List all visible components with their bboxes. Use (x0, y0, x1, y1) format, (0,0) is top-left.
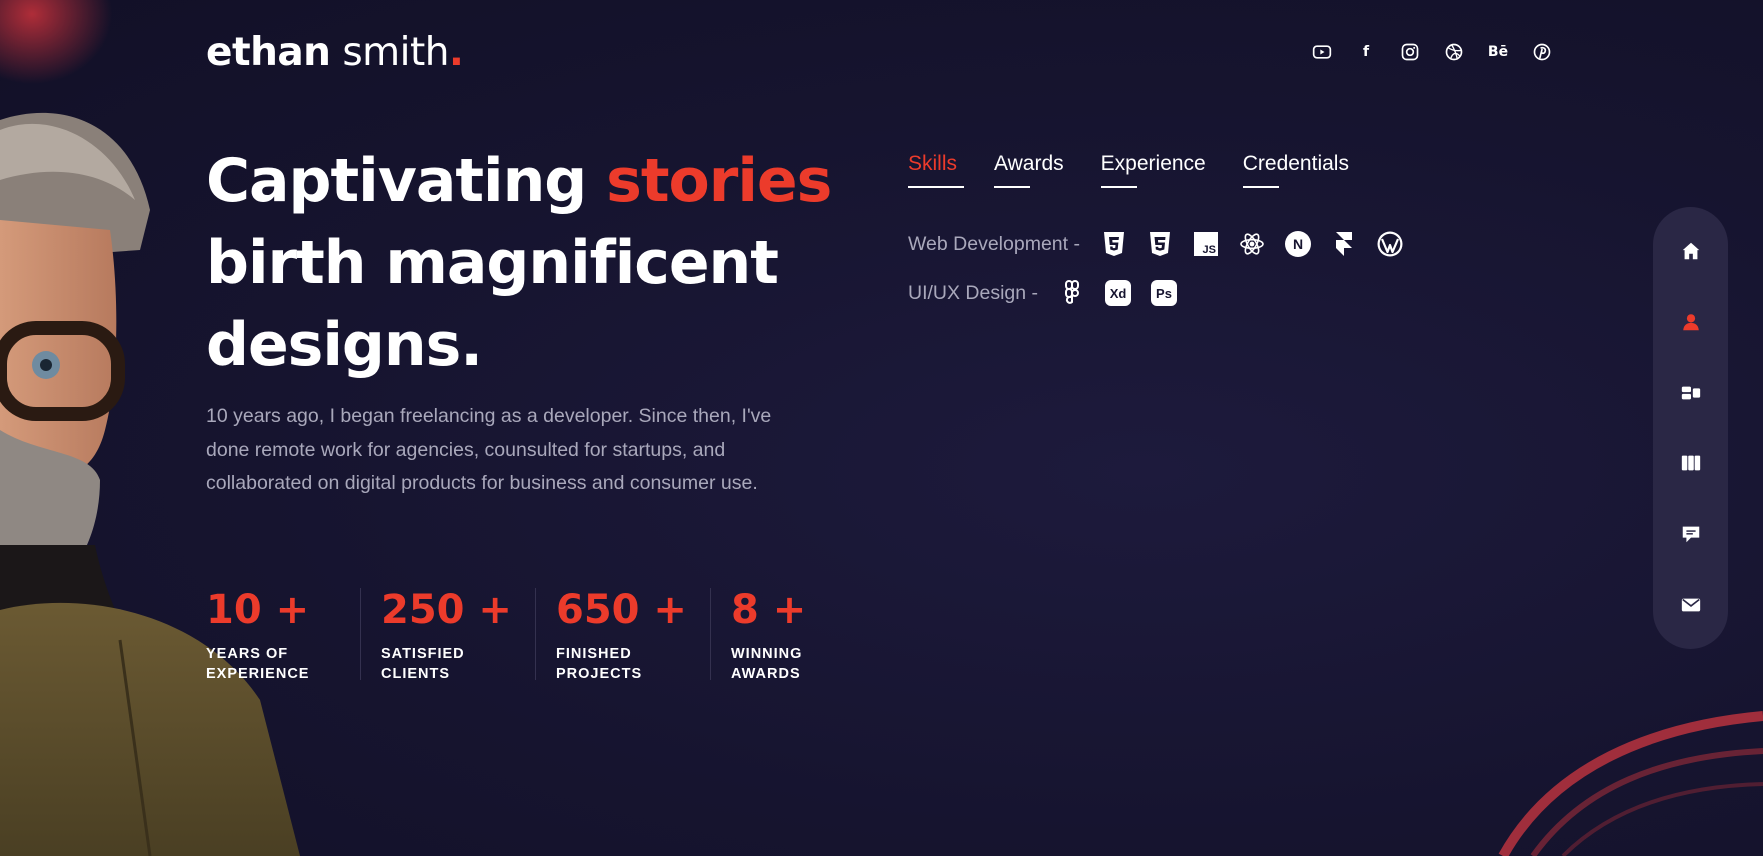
nav-contact[interactable] (1671, 585, 1711, 625)
instagram-icon[interactable] (1398, 40, 1422, 64)
headline-part1: Captivating (206, 146, 607, 216)
social-links: f Bē (1310, 38, 1554, 66)
javascript-icon: JS (1192, 230, 1220, 258)
wordpress-icon (1376, 230, 1404, 258)
stat-value: 650 + (556, 587, 687, 633)
brand-logo[interactable]: ethan smith. (206, 30, 464, 75)
tab-bar: Skills Awards Experience Credentials (908, 152, 1349, 188)
nextjs-icon: N (1284, 230, 1312, 258)
behance-icon[interactable]: Bē (1486, 40, 1510, 64)
nav-services[interactable] (1671, 373, 1711, 413)
side-navigation (1653, 207, 1728, 649)
stat-divider (360, 588, 361, 680)
stat-value: 10 + (206, 587, 310, 633)
user-icon (1682, 314, 1699, 331)
hero-intro: 10 years ago, I began freelancing as a d… (206, 405, 772, 494)
headline-line3: designs. (206, 310, 483, 380)
html5-icon (1100, 230, 1128, 258)
brand-last-name: smith (330, 30, 450, 75)
stat-projects: 650 + FINISHED PROJECTS (535, 586, 731, 682)
facebook-icon[interactable]: f (1354, 40, 1378, 64)
hero-headline: Captivating stories birth magnificent de… (206, 140, 846, 386)
framer-icon (1330, 230, 1358, 258)
youtube-icon[interactable] (1310, 40, 1334, 64)
projects-icon (1681, 386, 1700, 400)
photoshop-icon: Ps (1150, 279, 1178, 307)
brand-dot: . (449, 30, 464, 75)
next-text: N (1293, 236, 1303, 252)
chat-icon (1682, 526, 1699, 543)
skill-category-web: Web Development - (908, 232, 1080, 255)
pinterest-icon[interactable] (1530, 40, 1554, 64)
decorative-swoosh (1498, 711, 1763, 856)
stat-years: 10 + YEARS OF EXPERIENCE (206, 586, 381, 682)
stat-label: YEARS OF EXPERIENCE (206, 646, 310, 682)
headline-highlight: stories (606, 146, 832, 216)
tab-experience[interactable]: Experience (1100, 152, 1206, 188)
nav-about[interactable] (1671, 302, 1711, 342)
home-icon (1682, 242, 1699, 260)
react-icon (1238, 230, 1266, 258)
tab-credentials[interactable]: Credentials (1242, 152, 1349, 188)
stat-label: WINNING AWARDS (731, 646, 803, 682)
headline-line2: birth magnificent (206, 228, 779, 298)
skill-category-ui: UI/UX Design - (908, 281, 1039, 304)
skills-ui-row: UI/UX Design - Xd Ps (908, 279, 1178, 307)
xd-text: Xd (1110, 286, 1127, 301)
stat-divider (710, 588, 711, 680)
dribbble-icon[interactable] (1442, 40, 1466, 64)
figma-icon (1058, 279, 1086, 307)
adobe-xd-icon: Xd (1104, 279, 1132, 307)
brand-first-name: ethan (206, 30, 331, 75)
skills-web-row: Web Development - JS N (908, 230, 1404, 258)
css3-icon (1146, 230, 1174, 258)
tab-skills[interactable]: Skills (908, 152, 965, 188)
stat-divider (535, 588, 536, 680)
nav-portfolio[interactable] (1671, 443, 1711, 483)
stat-value: 250 + (381, 587, 512, 633)
portfolio-icon (1681, 456, 1700, 471)
ps-text: Ps (1156, 286, 1172, 301)
stat-label: SATISFIED CLIENTS (381, 646, 465, 682)
nav-testimonials[interactable] (1671, 514, 1711, 554)
stat-awards: 8 + WINNING AWARDS (710, 586, 906, 682)
nav-home[interactable] (1671, 231, 1711, 271)
stat-label: FINISHED PROJECTS (556, 646, 643, 682)
js-text: JS (1203, 244, 1216, 256)
stat-value: 8 + (731, 587, 807, 633)
stats-row: 10 + YEARS OF EXPERIENCE 250 + SATISFIED… (206, 586, 906, 682)
stat-clients: 250 + SATISFIED CLIENTS (360, 586, 556, 682)
mail-icon (1681, 598, 1700, 612)
tab-awards[interactable]: Awards (994, 152, 1064, 188)
